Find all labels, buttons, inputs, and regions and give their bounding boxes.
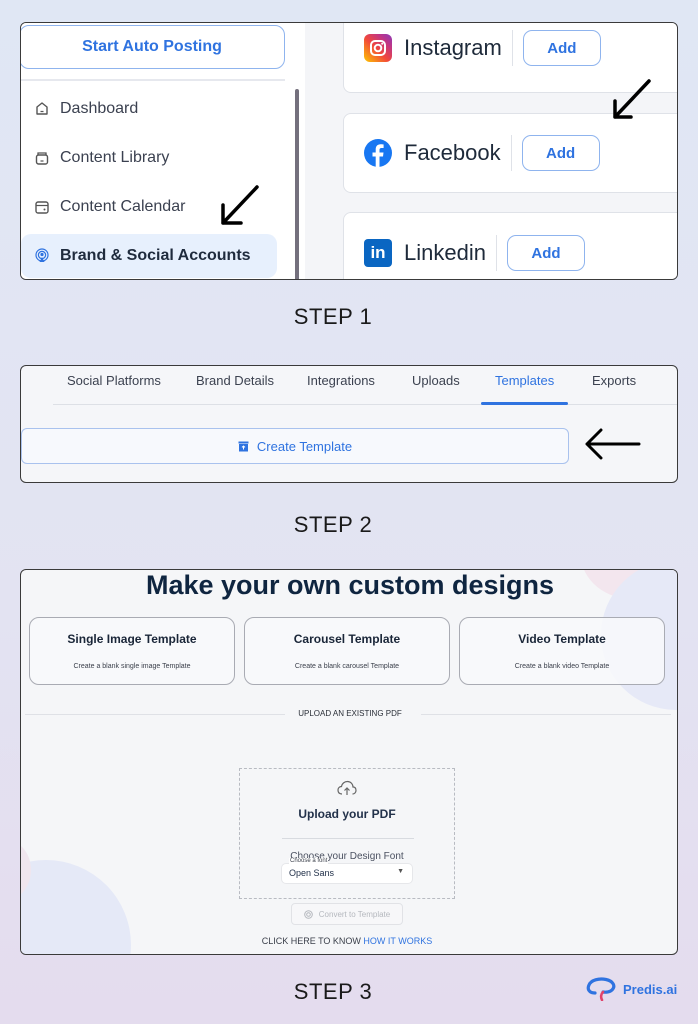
platform-name: Facebook	[404, 140, 501, 165]
sidebar-item-label: Content Calendar	[60, 198, 186, 215]
tab-templates[interactable]: Templates	[480, 366, 569, 405]
add-instagram-button[interactable]: Add	[522, 30, 601, 66]
pointer-arrow-icon	[585, 428, 641, 460]
platform-card-linkedin: in Linkedin Add	[343, 212, 677, 279]
sidebar-item-dashboard[interactable]: Dashboard	[21, 87, 277, 131]
brand-name: Predis.ai	[623, 981, 678, 997]
settings-tabs: Social Platforms Brand Details Integrati…	[53, 366, 677, 405]
card-subtitle: Create a blank single image Template	[73, 663, 191, 670]
card-title: Carousel Template	[293, 632, 401, 646]
calendar-icon	[34, 199, 50, 215]
tab-social-platforms[interactable]: Social Platforms	[67, 366, 161, 404]
separator	[510, 135, 512, 171]
platform-name: Linkedin	[404, 240, 486, 265]
add-facebook-button[interactable]: Add	[521, 135, 600, 171]
upload-pdf-title: Upload your PDF	[298, 807, 396, 821]
step1-panel: Start Auto Posting Dashboard Content Lib…	[20, 22, 678, 280]
pointer-arrow-icon	[613, 79, 651, 119]
font-select-legend: Choose a font	[289, 858, 329, 864]
tab-exports[interactable]: Exports	[592, 366, 636, 404]
template-add-icon	[238, 441, 249, 452]
predis-logo-icon	[586, 977, 618, 1001]
card-title: Video Template	[518, 632, 606, 646]
predis-brand: Predis.ai	[586, 977, 677, 1001]
linkedin-icon: in	[364, 239, 392, 267]
sidebar-divider	[21, 79, 285, 81]
divider	[282, 838, 414, 839]
convert-to-template-button[interactable]: Convert to Template	[291, 903, 403, 925]
tab-uploads[interactable]: Uploads	[412, 366, 460, 404]
convert-label: Convert to Template	[318, 909, 391, 919]
pointer-arrow-icon	[221, 185, 259, 225]
step2-panel: Social Platforms Brand Details Integrati…	[20, 365, 678, 483]
single-image-template-card[interactable]: Single Image Template Create a blank sin…	[29, 617, 235, 685]
broadcast-icon	[34, 248, 50, 264]
tab-brand-details[interactable]: Brand Details	[196, 366, 274, 404]
create-template-label: Create Template	[256, 438, 353, 454]
card-subtitle: Create a blank video Template	[514, 663, 610, 670]
library-icon	[34, 150, 50, 166]
page-title: Make your own custom designs	[145, 570, 555, 600]
instagram-icon	[364, 34, 392, 62]
font-select-value: Open Sans	[289, 868, 335, 878]
step-3-label: STEP 3	[293, 979, 373, 1004]
chip-icon	[303, 909, 313, 919]
pdf-dropzone[interactable]: Upload your PDF Choose your Design Font …	[239, 768, 455, 899]
step-1-label: STEP 1	[293, 304, 373, 329]
upload-pdf-section-label: UPLOAD AN EXISTING PDF	[298, 709, 402, 718]
start-auto-posting-button[interactable]: Start Auto Posting	[21, 25, 285, 69]
cloud-upload-icon	[337, 780, 357, 796]
separator	[511, 30, 513, 66]
sidebar-item-content-library[interactable]: Content Library	[21, 136, 277, 180]
home-icon	[34, 101, 50, 117]
create-template-button[interactable]: Create Template	[21, 428, 569, 464]
font-select[interactable]: Choose a font Open Sans ▼	[282, 858, 412, 883]
platform-name: Instagram	[404, 35, 502, 60]
separator	[495, 235, 497, 271]
design-font-label: Choose your Design Font	[290, 851, 404, 862]
card-title: Single Image Template	[67, 632, 197, 646]
tab-integrations[interactable]: Integrations	[307, 366, 375, 404]
how-it-works-link[interactable]: HOW IT WORKS	[363, 936, 432, 946]
sidebar: Start Auto Posting Dashboard Content Lib…	[21, 23, 305, 279]
sidebar-item-label: Brand & Social Accounts	[60, 247, 251, 264]
video-template-card[interactable]: Video Template Create a blank video Temp…	[459, 617, 665, 685]
card-subtitle: Create a blank carousel Template	[294, 663, 400, 670]
facebook-icon	[364, 139, 392, 167]
sidebar-item-label: Content Library	[60, 149, 170, 166]
how-it-works-line: CLICK HERE TO KNOW HOW IT WORKS	[21, 936, 673, 946]
sidebar-item-label: Dashboard	[60, 100, 139, 117]
howto-prefix: CLICK HERE TO KNOW	[261, 936, 361, 946]
chevron-down-icon: ▼	[397, 868, 404, 875]
sidebar-scrollbar[interactable]	[295, 89, 299, 279]
add-linkedin-button[interactable]: Add	[506, 235, 585, 271]
platform-card-facebook: Facebook Add	[343, 113, 677, 193]
carousel-template-card[interactable]: Carousel Template Create a blank carouse…	[244, 617, 450, 685]
step3-panel: Make your own custom designs Single Imag…	[20, 569, 678, 955]
step-2-label: STEP 2	[293, 512, 373, 537]
sidebar-item-brand-social-accounts[interactable]: Brand & Social Accounts	[21, 234, 277, 278]
